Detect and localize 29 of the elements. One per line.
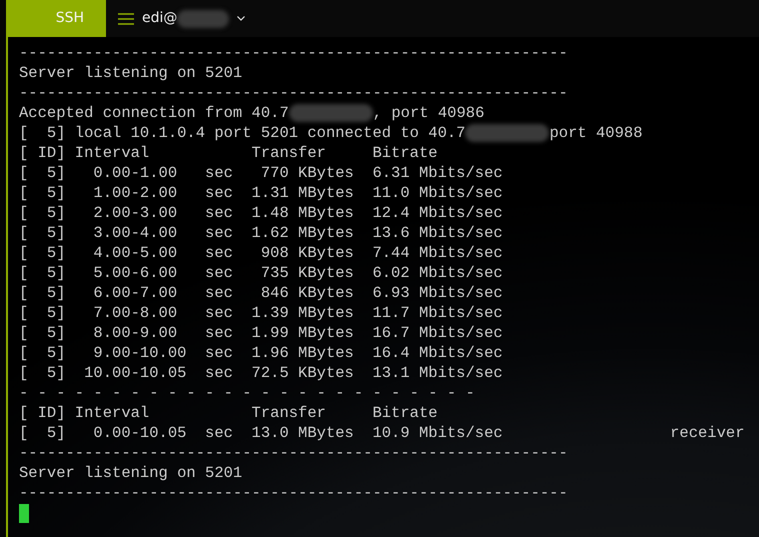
menu-icon[interactable] <box>118 12 134 24</box>
terminal-line: [ 5] 0.00-1.00 sec 770 KBytes 6.31 Mbits/sec <box>19 163 503 183</box>
text-cursor <box>19 504 29 523</box>
dashed-rule: ----------------------------------------------------------- <box>19 483 568 503</box>
terminal-text: [ 5] local 10.1.0.4 port 5201 connected to 40.7 <box>19 123 466 143</box>
terminal-line: [ 5] 10.00-10.05 sec 72.5 KBytes 13.1 Mbits/sec <box>19 363 503 383</box>
terminal-line: [ ID] Interval Transfer Bitrate <box>19 403 438 423</box>
dashed-rule: - - - - - - - - - - - - - - - - - - - - - - - - - <box>19 383 475 403</box>
terminal-line: [ 5] 1.00-2.00 sec 1.31 MBytes 11.0 Mbits/sec <box>19 183 503 203</box>
terminal-line: [ 5] 7.00-8.00 sec 1.39 MBytes 11.7 Mbits/sec <box>19 303 503 323</box>
terminal-text: Accepted connection from 40.7 <box>19 103 289 123</box>
terminal-line: [ ID] Interval Transfer Bitrate <box>19 143 438 163</box>
terminal-line: [ 5] 3.00-4.00 sec 1.62 MBytes 13.6 Mbits/sec <box>19 223 503 243</box>
terminal-line: [ 5] 2.00-3.00 sec 1.48 MBytes 12.4 Mbits/sec <box>19 203 503 223</box>
terminal-line: [ 5] 6.00-7.00 sec 846 KBytes 6.93 Mbits/sec <box>19 283 503 303</box>
terminal-line: [ 5] 8.00-9.00 sec 1.99 MBytes 16.7 Mbits/sec <box>19 323 503 343</box>
terminal-text: , port 40986 <box>372 103 484 123</box>
terminal-line: [ 5] 5.00-6.00 sec 735 KBytes 6.02 Mbits/sec <box>19 263 503 283</box>
terminal-line: [ 5] 9.00-10.00 sec 1.96 MBytes 16.4 Mbits/sec <box>19 343 503 363</box>
session-tab-title[interactable]: edi@ <box>142 8 178 29</box>
dashed-rule: ----------------------------------------------------------- <box>19 83 568 103</box>
chevron-down-icon[interactable] <box>237 16 246 21</box>
dashed-rule: ----------------------------------------------------------- <box>19 43 568 63</box>
dashed-rule: ----------------------------------------------------------- <box>19 443 568 463</box>
terminal-line: [ 5] 0.00-10.05 sec 13.0 MBytes 10.9 Mbits/sec receiver <box>19 423 745 443</box>
terminal-line: Server listening on 5201 <box>19 63 242 83</box>
terminal-text: port 40988 <box>549 123 642 143</box>
terminal-line: Server listening on 5201 <box>19 463 242 483</box>
terminal-line: [ 5] 4.00-5.00 sec 908 KBytes 7.44 Mbits/sec <box>19 243 503 263</box>
